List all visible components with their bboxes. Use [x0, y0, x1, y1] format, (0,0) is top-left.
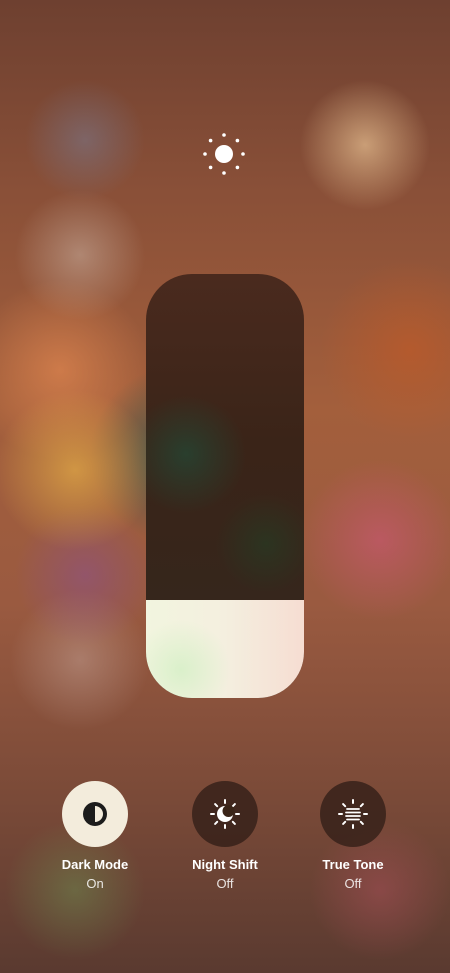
dark-mode-button[interactable]: [62, 781, 128, 847]
dark-mode-icon: [83, 802, 107, 826]
night-shift-label: Night Shift: [192, 857, 258, 872]
true-tone-button[interactable]: [320, 781, 386, 847]
night-shift-status: Off: [216, 876, 234, 891]
sun-brightness-icon: [203, 133, 245, 175]
true-tone-icon: [338, 799, 368, 829]
dark-mode-label: Dark Mode: [61, 857, 129, 872]
true-tone-control: True Tone Off: [288, 781, 418, 892]
night-shift-button[interactable]: [192, 781, 258, 847]
night-shift-control: Night Shift Off: [160, 781, 290, 892]
brightness-slider[interactable]: [146, 274, 304, 698]
dark-mode-status: On: [86, 876, 104, 891]
dark-mode-control: Dark Mode On: [30, 781, 160, 892]
true-tone-label: True Tone: [322, 857, 384, 872]
control-center-brightness-screen: Dark Mode On Night Shift Off True Tone O…: [0, 0, 450, 973]
brightness-slider-fill: [146, 600, 304, 698]
night-shift-icon: [210, 799, 240, 829]
true-tone-status: Off: [344, 876, 362, 891]
